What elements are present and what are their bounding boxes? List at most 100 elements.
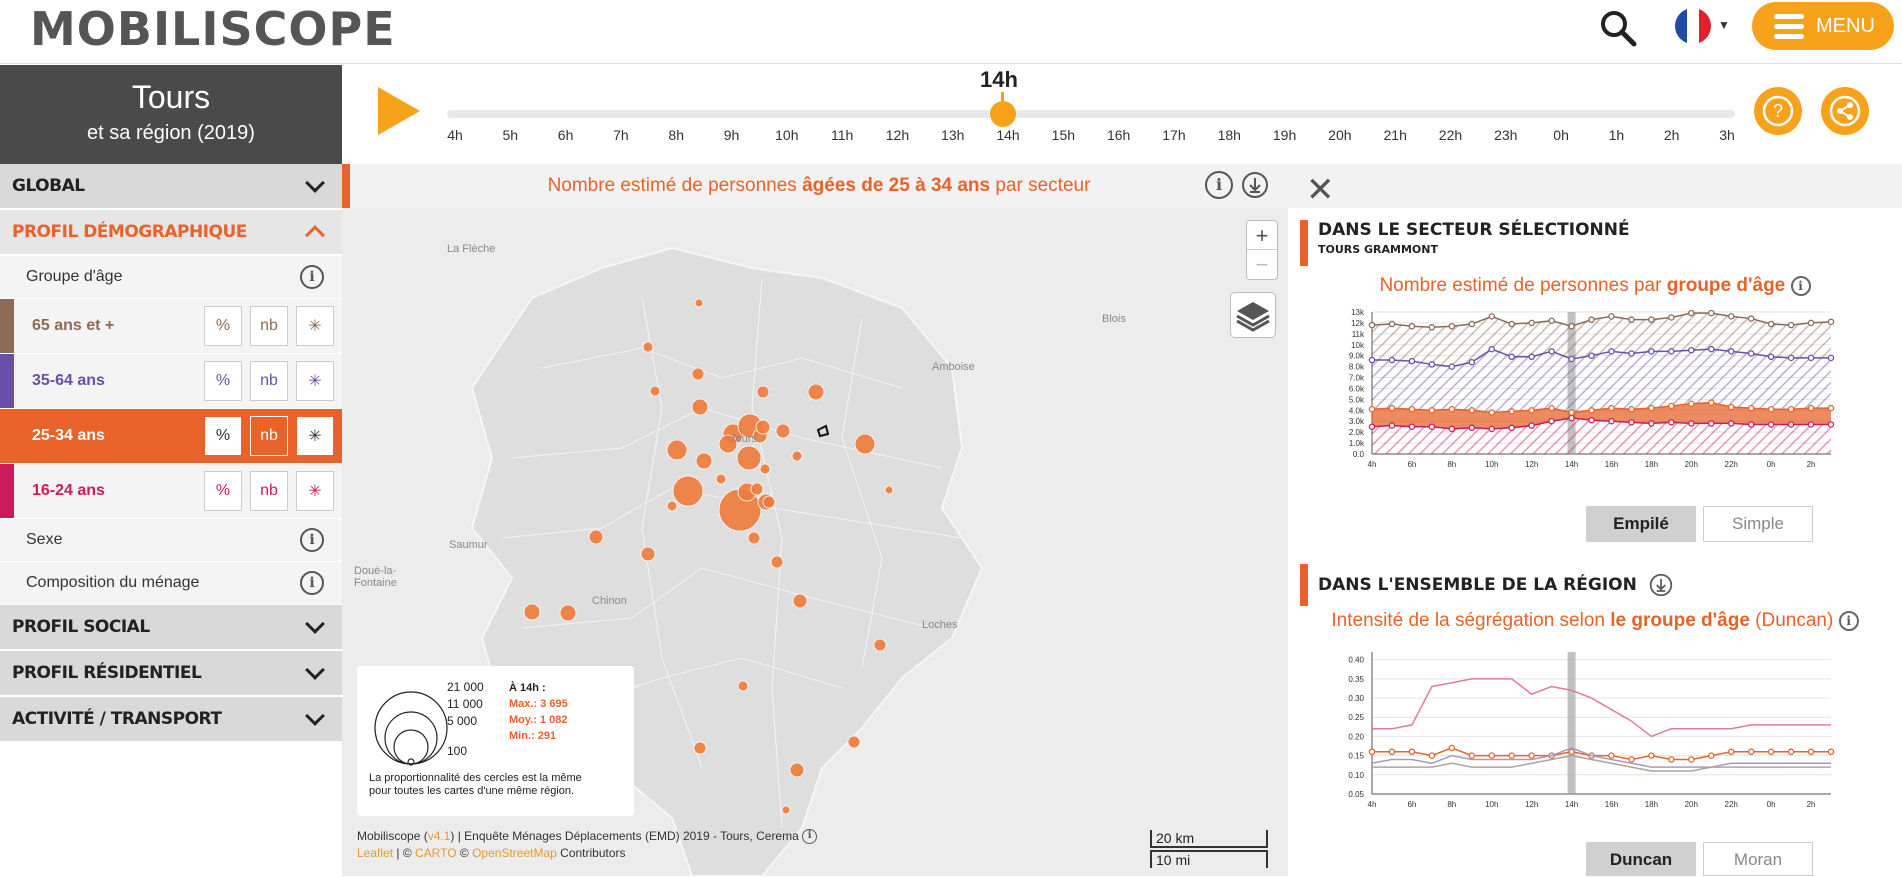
data-point[interactable] (1548, 317, 1555, 324)
info-icon[interactable]: i (300, 528, 324, 552)
share-button[interactable] (1821, 87, 1869, 135)
data-point[interactable] (1568, 414, 1575, 422)
percent-option[interactable]: % (204, 416, 242, 456)
percent-option[interactable]: % (204, 306, 242, 346)
sector-bubble[interactable] (807, 383, 825, 401)
sector-bubble[interactable] (747, 531, 761, 545)
layers-button[interactable] (1230, 292, 1276, 338)
data-point[interactable] (1548, 348, 1555, 355)
sector-bubble[interactable] (756, 385, 770, 399)
data-point[interactable] (1767, 320, 1775, 328)
sector-bubble[interactable] (750, 482, 764, 496)
data-point[interactable] (1827, 404, 1835, 412)
data-point[interactable] (1787, 354, 1795, 362)
hour-tick[interactable]: 5h (503, 127, 519, 143)
data-point[interactable] (1528, 407, 1535, 414)
sector-bubble[interactable] (762, 495, 776, 509)
hour-tick[interactable]: 1h (1609, 127, 1625, 143)
hour-tick[interactable]: 18h (1218, 127, 1241, 143)
language-caret-icon[interactable]: ▼ (1718, 18, 1730, 32)
data-point[interactable] (1787, 748, 1795, 756)
data-point[interactable] (1648, 348, 1655, 355)
time-slider-track[interactable] (447, 110, 1735, 118)
hour-tick[interactable]: 7h (613, 127, 629, 143)
section-activite[interactable]: ACTIVITÉ / TRANSPORT (0, 697, 342, 743)
data-point[interactable] (1428, 423, 1436, 430)
data-point[interactable] (1708, 752, 1715, 759)
info-icon[interactable]: i (1838, 610, 1859, 631)
sector-bubble[interactable] (640, 546, 656, 562)
data-point[interactable] (1628, 405, 1635, 413)
hour-tick[interactable]: 3h (1719, 127, 1735, 143)
data-point[interactable] (1688, 400, 1695, 408)
play-icon[interactable] (378, 87, 420, 135)
sector-bubble[interactable] (770, 555, 784, 569)
hour-tick[interactable]: 22h (1439, 127, 1462, 143)
hour-tick[interactable]: 23h (1494, 127, 1517, 143)
sector-bubble[interactable] (789, 762, 805, 778)
data-point[interactable] (1428, 324, 1436, 331)
data-point[interactable] (1787, 321, 1795, 329)
data-point[interactable] (1408, 322, 1416, 330)
age-row[interactable]: 16-24 ans% nb ✳ (0, 464, 342, 519)
simple-toggle[interactable]: Simple (1703, 506, 1813, 542)
percent-option[interactable]: % (204, 471, 242, 511)
data-point[interactable] (1568, 748, 1575, 756)
sector-bubble[interactable] (737, 680, 749, 692)
data-point[interactable] (1368, 405, 1376, 413)
data-point[interactable] (1708, 309, 1715, 317)
data-point[interactable] (1448, 425, 1456, 433)
sector-bubble[interactable] (884, 485, 894, 495)
data-point[interactable] (1508, 353, 1515, 361)
data-point[interactable] (1528, 319, 1535, 327)
data-point[interactable] (1747, 350, 1755, 357)
data-point[interactable] (1468, 320, 1476, 328)
data-point[interactable] (1508, 320, 1515, 328)
moran-toggle[interactable]: Moran (1703, 842, 1813, 876)
data-point[interactable] (1488, 752, 1495, 759)
subsection-sexe[interactable]: Sexe i (0, 519, 342, 562)
data-point[interactable] (1747, 315, 1755, 322)
close-icon[interactable]: ✕ (1306, 170, 1335, 210)
hour-tick[interactable]: 4h (447, 127, 463, 143)
data-point[interactable] (1807, 319, 1815, 327)
data-point[interactable] (1648, 420, 1655, 427)
hour-tick[interactable]: 17h (1162, 127, 1185, 143)
data-point[interactable] (1747, 748, 1755, 756)
sector-bubble[interactable] (559, 604, 577, 622)
sector-bubble[interactable] (847, 735, 861, 749)
percent-option[interactable]: % (204, 361, 242, 401)
data-point[interactable] (1448, 363, 1456, 370)
data-point[interactable] (1468, 407, 1476, 414)
data-point[interactable] (1688, 420, 1695, 427)
data-point[interactable] (1787, 421, 1795, 428)
sector-bubble[interactable] (759, 463, 771, 475)
sector-bubble[interactable] (781, 805, 791, 815)
data-point[interactable] (1468, 424, 1476, 432)
data-point[interactable] (1807, 421, 1815, 428)
sector-bubble[interactable] (691, 367, 705, 381)
data-point[interactable] (1827, 748, 1835, 756)
info-icon[interactable]: i (300, 571, 324, 595)
data-point[interactable] (1548, 404, 1555, 412)
hour-tick[interactable]: 0h (1553, 127, 1569, 143)
data-point[interactable] (1368, 748, 1376, 756)
data-point[interactable] (1508, 752, 1515, 759)
sector-bubble[interactable] (693, 741, 707, 755)
sector-bubble[interactable] (791, 450, 803, 462)
duncan-toggle[interactable]: Duncan (1586, 842, 1696, 876)
data-point[interactable] (1747, 404, 1755, 412)
section-global[interactable]: GLOBAL (0, 164, 342, 210)
asterisk-option[interactable]: ✳ (296, 306, 334, 346)
data-point[interactable] (1428, 752, 1436, 759)
data-point[interactable] (1408, 357, 1416, 365)
data-point[interactable] (1388, 320, 1396, 328)
hour-tick[interactable]: 9h (724, 127, 740, 143)
data-point[interactable] (1727, 420, 1735, 427)
info-icon[interactable]: i (802, 829, 818, 845)
data-point[interactable] (1648, 316, 1655, 323)
flag-fr-icon[interactable] (1675, 8, 1711, 44)
hour-tick[interactable]: 12h (886, 127, 909, 143)
osm-link[interactable]: OpenStreetMap (472, 846, 557, 860)
sector-bubble[interactable] (775, 423, 791, 439)
